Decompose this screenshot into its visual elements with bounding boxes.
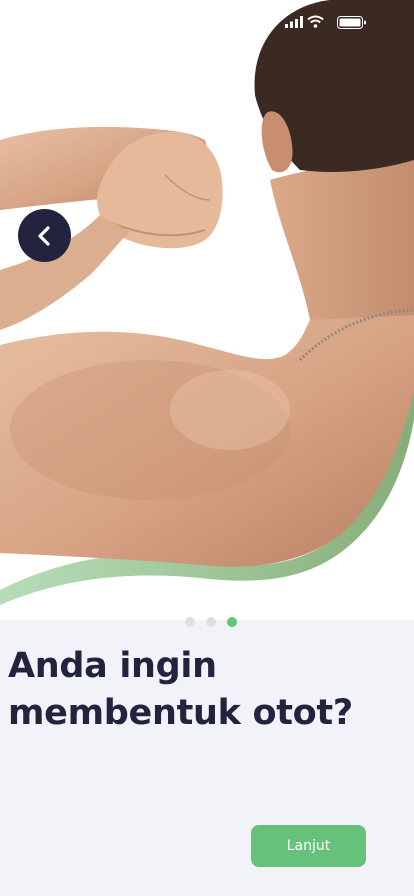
onboarding-title: Anda ingin membentuk otot? (8, 646, 353, 733)
back-button[interactable] (18, 209, 71, 262)
page-dot-3-active[interactable] (227, 617, 237, 627)
page-dot-1[interactable] (185, 617, 195, 627)
page-indicator (185, 617, 237, 627)
signal-icon (285, 16, 303, 28)
hero-image (0, 0, 414, 620)
status-bar (0, 0, 414, 44)
page-dot-2[interactable] (206, 617, 216, 627)
battery-icon (337, 16, 366, 29)
next-button[interactable]: Lanjut (251, 825, 366, 867)
chevron-left-icon (37, 225, 50, 246)
wifi-icon (307, 15, 324, 28)
